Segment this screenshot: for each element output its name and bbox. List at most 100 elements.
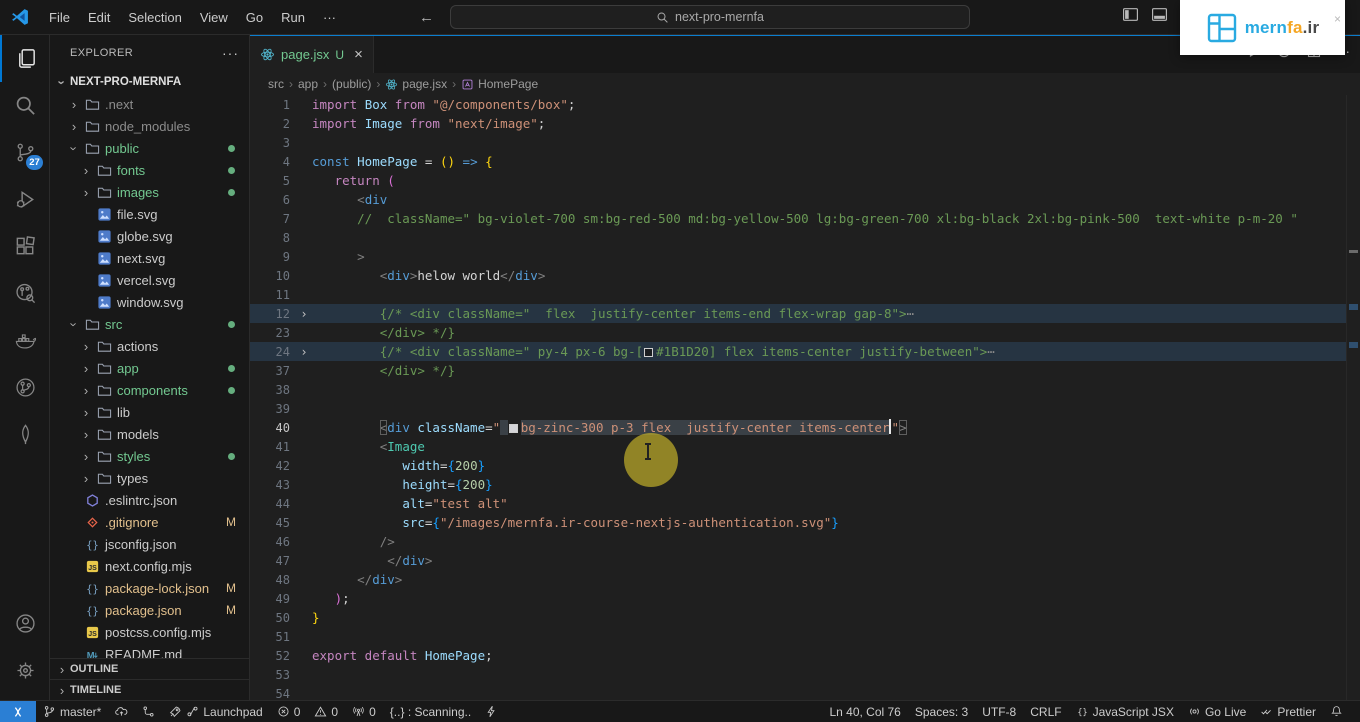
fold-chevron-icon[interactable]: › <box>296 307 312 321</box>
code-line-5[interactable]: 5 return ( <box>250 171 1346 190</box>
timeline-section[interactable]: › TIMELINE <box>50 679 249 700</box>
code-line-41[interactable]: 41 <Image <box>250 437 1346 456</box>
code-line-40[interactable]: 40 <div className=" bg-zinc-300 p-3 flex… <box>250 418 1346 437</box>
toggle-sidebar-icon[interactable] <box>1122 6 1139 23</box>
status-prettier[interactable]: Prettier <box>1253 701 1323 722</box>
file-globe-svg[interactable]: globe.svg <box>50 225 249 247</box>
folder-models[interactable]: › models <box>50 423 249 445</box>
folder-actions[interactable]: › actions <box>50 335 249 357</box>
activity-gitlens-icon[interactable] <box>0 364 50 411</box>
tab-close-icon[interactable]: × <box>354 46 363 63</box>
code-area[interactable]: 1 import Box from "@/components/box"; 2 imp… <box>250 95 1346 700</box>
code-line-45[interactable]: 45 src={"/images/mernfa.ir-course-nextjs… <box>250 513 1346 532</box>
code-line-3[interactable]: 3 <box>250 133 1346 152</box>
file-package-lock-json[interactable]: {} package-lock.json M <box>50 577 249 599</box>
folder--next[interactable]: › .next <box>50 93 249 115</box>
menu-go[interactable]: Go <box>237 6 272 29</box>
project-root-folder[interactable]: › NEXT-PRO-MERNFA <box>50 71 249 93</box>
code-line-53[interactable]: 53 <box>250 665 1346 684</box>
status-notifications[interactable] <box>1323 701 1350 722</box>
remote-indicator[interactable] <box>0 700 36 722</box>
status-scanning[interactable]: {..} : Scanning.. <box>383 701 478 722</box>
folder-fonts[interactable]: › fonts <box>50 159 249 181</box>
nav-back-icon[interactable]: ← <box>419 9 434 26</box>
status-sync-changes[interactable] <box>108 701 135 722</box>
code-line-49[interactable]: 49 ); <box>250 589 1346 608</box>
file-next-svg[interactable]: next.svg <box>50 247 249 269</box>
file-vercel-svg[interactable]: vercel.svg <box>50 269 249 291</box>
breadcrumb--public-[interactable]: (public) <box>332 77 371 91</box>
status-eol[interactable]: CRLF <box>1023 701 1068 722</box>
code-line-38[interactable]: 38 <box>250 380 1346 399</box>
code-line-7[interactable]: 7 // className=" bg-violet-700 sm:bg-red… <box>250 209 1346 228</box>
folder-images[interactable]: › images <box>50 181 249 203</box>
folder-types[interactable]: › types <box>50 467 249 489</box>
breadcrumb-src[interactable]: src <box>268 77 284 91</box>
activity-mongodb-icon[interactable] <box>0 411 50 458</box>
folder-components[interactable]: › components <box>50 379 249 401</box>
folder-src[interactable]: › src <box>50 313 249 335</box>
file-jsconfig-json[interactable]: {} jsconfig.json <box>50 533 249 555</box>
code-line-44[interactable]: 44 alt="test alt" <box>250 494 1346 513</box>
status-cursor-position[interactable]: Ln 40, Col 76 <box>822 701 907 722</box>
code-line-43[interactable]: 43 height={200} <box>250 475 1346 494</box>
code-line-24[interactable]: 24 › {/* <div className=" py-4 px-6 bg-[#… <box>250 342 1346 361</box>
breadcrumb-page-jsx[interactable]: page.jsx <box>385 77 447 91</box>
status-go-live[interactable]: Go Live <box>1181 701 1253 722</box>
explorer-more-icon[interactable]: ··· <box>222 45 239 61</box>
status-language-mode[interactable]: {} JavaScript JSX <box>1069 701 1181 722</box>
file-postcss-config-mjs[interactable]: JS postcss.config.mjs <box>50 621 249 643</box>
file-window-svg[interactable]: window.svg <box>50 291 249 313</box>
code-line-54[interactable]: 54 <box>250 684 1346 701</box>
folder-styles[interactable]: › styles <box>50 445 249 467</box>
command-center-search[interactable]: next-pro-mernfa <box>450 5 970 29</box>
code-line-12[interactable]: 12 › {/* <div className=" flex justify-ce… <box>250 304 1346 323</box>
code-line-8[interactable]: 8 <box>250 228 1346 247</box>
code-line-50[interactable]: 50} <box>250 608 1346 627</box>
folder-public[interactable]: › public <box>50 137 249 159</box>
status-indentation[interactable]: Spaces: 3 <box>908 701 975 722</box>
file--eslintrc-json[interactable]: .eslintrc.json <box>50 489 249 511</box>
activity-source-control-icon[interactable]: 27 <box>0 129 50 176</box>
code-line-23[interactable]: 23 </div> */} <box>250 323 1346 342</box>
status-ports[interactable]: 0 <box>345 701 383 722</box>
status-power[interactable] <box>478 701 505 722</box>
status-errors[interactable]: 0 <box>270 701 308 722</box>
folder-app[interactable]: › app <box>50 357 249 379</box>
code-line-51[interactable]: 51 <box>250 627 1346 646</box>
code-line-39[interactable]: 39 <box>250 399 1346 418</box>
menu-file[interactable]: File <box>40 6 79 29</box>
status-launchpad[interactable]: Launchpad <box>162 701 269 722</box>
code-line-4[interactable]: 4 const HomePage = () => { <box>250 152 1346 171</box>
folder-lib[interactable]: › lib <box>50 401 249 423</box>
status-encoding[interactable]: UTF-8 <box>975 701 1023 722</box>
tab-page-jsx[interactable]: page.jsx U × <box>250 36 374 73</box>
menu-selection[interactable]: Selection <box>119 6 190 29</box>
code-line-1[interactable]: 1 import Box from "@/components/box"; <box>250 95 1346 114</box>
outline-section[interactable]: › OUTLINE <box>50 658 249 679</box>
file-file-svg[interactable]: file.svg <box>50 203 249 225</box>
editor-scrollbar[interactable] <box>1346 95 1360 700</box>
folder-node-modules[interactable]: › node_modules <box>50 115 249 137</box>
status-git-graph[interactable] <box>135 701 162 722</box>
code-line-48[interactable]: 48 </div> <box>250 570 1346 589</box>
activity-account-icon[interactable] <box>0 600 50 647</box>
code-line-2[interactable]: 2 import Image from "next/image"; <box>250 114 1346 133</box>
status-warnings[interactable]: 0 <box>307 701 345 722</box>
activity-search-icon[interactable] <box>0 82 50 129</box>
code-line-11[interactable]: 11 <box>250 285 1346 304</box>
toggle-panel-icon[interactable] <box>1151 6 1168 23</box>
code-line-6[interactable]: 6 <div <box>250 190 1346 209</box>
file-next-config-mjs[interactable]: JS next.config.mjs <box>50 555 249 577</box>
activity-explorer-icon[interactable] <box>0 35 50 82</box>
file-readme-md[interactable]: M README.md <box>50 643 249 659</box>
menu-edit[interactable]: Edit <box>79 6 119 29</box>
code-line-52[interactable]: 52 export default HomePage; <box>250 646 1346 665</box>
fold-chevron-icon[interactable]: › <box>296 345 312 359</box>
activity-remote-graph-icon[interactable] <box>0 270 50 317</box>
code-line-10[interactable]: 10 <div>helow world</div> <box>250 266 1346 285</box>
code-line-9[interactable]: 9 > <box>250 247 1346 266</box>
activity-docker-icon[interactable] <box>0 317 50 364</box>
breadcrumb-homepage[interactable]: HomePage <box>461 77 538 91</box>
code-line-46[interactable]: 46 /> <box>250 532 1346 551</box>
